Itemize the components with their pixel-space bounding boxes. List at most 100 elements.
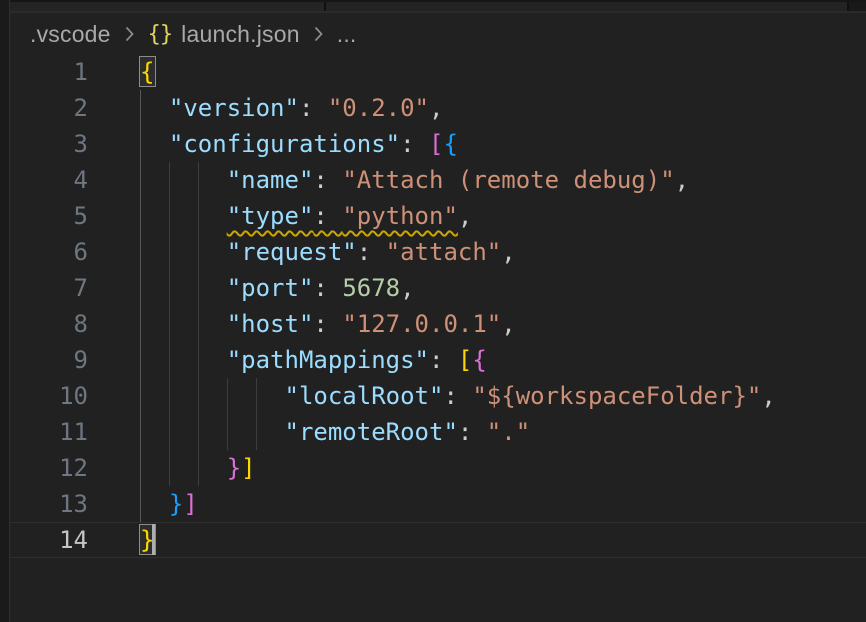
code-token-ws bbox=[140, 490, 169, 518]
editor-left-border bbox=[0, 0, 10, 622]
code-token-key: "host" bbox=[227, 310, 314, 338]
tab-bar-bottom-border bbox=[10, 11, 866, 13]
code-line[interactable]: 5 "type": "python", bbox=[0, 198, 866, 234]
code-line[interactable]: 3 "configurations": [{ bbox=[0, 126, 866, 162]
code-token-punct: : bbox=[299, 94, 328, 122]
line-number[interactable]: 5 bbox=[0, 198, 88, 234]
code-token-ws bbox=[140, 238, 227, 266]
code-line-content[interactable]: } bbox=[140, 522, 154, 558]
code-line-content[interactable]: "request": "attach", bbox=[140, 234, 516, 270]
code-token-b2: ] bbox=[183, 490, 197, 518]
code-token-ws bbox=[140, 166, 227, 194]
code-line[interactable]: 11 "remoteRoot": "." bbox=[0, 414, 866, 450]
code-token-ws bbox=[140, 94, 169, 122]
code-line[interactable]: 10 "localRoot": "${workspaceFolder}", bbox=[0, 378, 866, 414]
code-token-punct: , bbox=[501, 238, 515, 266]
code-token-key: "pathMappings" bbox=[227, 346, 429, 374]
code-token-num: 5678 bbox=[342, 274, 400, 302]
code-token-str: "attach" bbox=[386, 238, 502, 266]
code-line[interactable]: 7 "port": 5678, bbox=[0, 270, 866, 306]
json-object-icon: {} bbox=[148, 22, 173, 47]
code-token-ws bbox=[140, 130, 169, 158]
code-token-b1: ] bbox=[241, 454, 255, 482]
line-number[interactable]: 8 bbox=[0, 306, 88, 342]
code-token-str: "${workspaceFolder}" bbox=[472, 382, 761, 410]
line-number[interactable]: 6 bbox=[0, 234, 88, 270]
code-line-content[interactable]: "port": 5678, bbox=[140, 270, 415, 306]
code-token-punct: : bbox=[313, 310, 342, 338]
line-number[interactable]: 7 bbox=[0, 270, 88, 306]
line-number[interactable]: 14 bbox=[0, 522, 88, 558]
code-token-str: "Attach (remote debug)" bbox=[342, 166, 674, 194]
breadcrumb: .vscode {} launch.json ... bbox=[30, 15, 866, 53]
code-token-key: "name" bbox=[227, 166, 314, 194]
line-number[interactable]: 2 bbox=[0, 90, 88, 126]
code-token-key: "localRoot" bbox=[285, 382, 444, 410]
code-token-ws bbox=[140, 382, 285, 410]
code-line-content[interactable]: { bbox=[140, 54, 154, 90]
code-line[interactable]: 9 "pathMappings": [{ bbox=[0, 342, 866, 378]
code-line[interactable]: 13 }] bbox=[0, 486, 866, 522]
line-number[interactable]: 13 bbox=[0, 486, 88, 522]
code-token-ws bbox=[140, 418, 285, 446]
warning-squiggle: "type": "python" bbox=[227, 202, 458, 230]
code-token-key: "version" bbox=[169, 94, 299, 122]
code-line-content[interactable]: }] bbox=[140, 486, 198, 522]
code-token-b1: } bbox=[140, 526, 154, 554]
code-line[interactable]: 8 "host": "127.0.0.1", bbox=[0, 306, 866, 342]
code-line-content[interactable]: "name": "Attach (remote debug)", bbox=[140, 162, 689, 198]
code-line-content[interactable]: "version": "0.2.0", bbox=[140, 90, 443, 126]
line-number[interactable]: 9 bbox=[0, 342, 88, 378]
line-number[interactable]: 11 bbox=[0, 414, 88, 450]
code-token-ws bbox=[140, 274, 227, 302]
code-token-punct: : bbox=[458, 418, 487, 446]
code-token-b3: } bbox=[169, 490, 183, 518]
line-number[interactable]: 3 bbox=[0, 126, 88, 162]
code-token-ws bbox=[140, 454, 227, 482]
line-number[interactable]: 10 bbox=[0, 378, 88, 414]
breadcrumb-file[interactable]: launch.json bbox=[181, 21, 300, 48]
code-token-str: "127.0.0.1" bbox=[342, 310, 501, 338]
code-line-content[interactable]: "configurations": [{ bbox=[140, 126, 458, 162]
code-token-str: "." bbox=[487, 418, 530, 446]
code-token-b2: { bbox=[472, 346, 486, 374]
line-number[interactable]: 12 bbox=[0, 450, 88, 486]
code-line[interactable]: 1{ bbox=[0, 54, 866, 90]
code-editor[interactable]: 1{2 "version": "0.2.0",3 "configurations… bbox=[0, 54, 866, 622]
code-token-key: "request" bbox=[227, 238, 357, 266]
line-number[interactable]: 4 bbox=[0, 162, 88, 198]
breadcrumb-symbol-ellipsis[interactable]: ... bbox=[337, 21, 357, 48]
code-token-ws bbox=[140, 202, 227, 230]
code-token-ws bbox=[140, 346, 227, 374]
code-token-punct: , bbox=[501, 310, 515, 338]
code-token-punct: , bbox=[675, 166, 689, 194]
code-token-punct: , bbox=[458, 202, 472, 230]
chevron-right-icon bbox=[123, 23, 136, 45]
code-token-b3: { bbox=[443, 130, 457, 158]
code-line[interactable]: 14} bbox=[0, 522, 866, 558]
code-line[interactable]: 6 "request": "attach", bbox=[0, 234, 866, 270]
chevron-right-icon bbox=[312, 23, 325, 45]
code-token-punct: , bbox=[429, 94, 443, 122]
code-token-b2: } bbox=[227, 454, 241, 482]
code-token-b2: [ bbox=[429, 130, 443, 158]
code-line-content[interactable]: "host": "127.0.0.1", bbox=[140, 306, 516, 342]
code-line-content[interactable]: "localRoot": "${workspaceFolder}", bbox=[140, 378, 776, 414]
code-line-content[interactable]: }] bbox=[140, 450, 256, 486]
code-line[interactable]: 12 }] bbox=[0, 450, 866, 486]
code-token-b1: [ bbox=[458, 346, 472, 374]
line-number[interactable]: 1 bbox=[0, 54, 88, 90]
code-token-str: "python" bbox=[342, 202, 458, 230]
code-token-punct: : bbox=[313, 274, 342, 302]
code-line-content[interactable]: "pathMappings": [{ bbox=[140, 342, 487, 378]
breadcrumb-folder[interactable]: .vscode bbox=[30, 21, 111, 48]
code-line[interactable]: 4 "name": "Attach (remote debug)", bbox=[0, 162, 866, 198]
code-token-key: "configurations" bbox=[169, 130, 400, 158]
code-token-key: "remoteRoot" bbox=[285, 418, 458, 446]
code-token-key: "type" bbox=[227, 202, 314, 230]
code-line-content[interactable]: "remoteRoot": "." bbox=[140, 414, 530, 450]
code-line-content[interactable]: "type": "python", bbox=[140, 198, 472, 234]
code-line[interactable]: 2 "version": "0.2.0", bbox=[0, 90, 866, 126]
code-token-punct: : bbox=[357, 238, 386, 266]
code-token-punct: : bbox=[429, 346, 458, 374]
